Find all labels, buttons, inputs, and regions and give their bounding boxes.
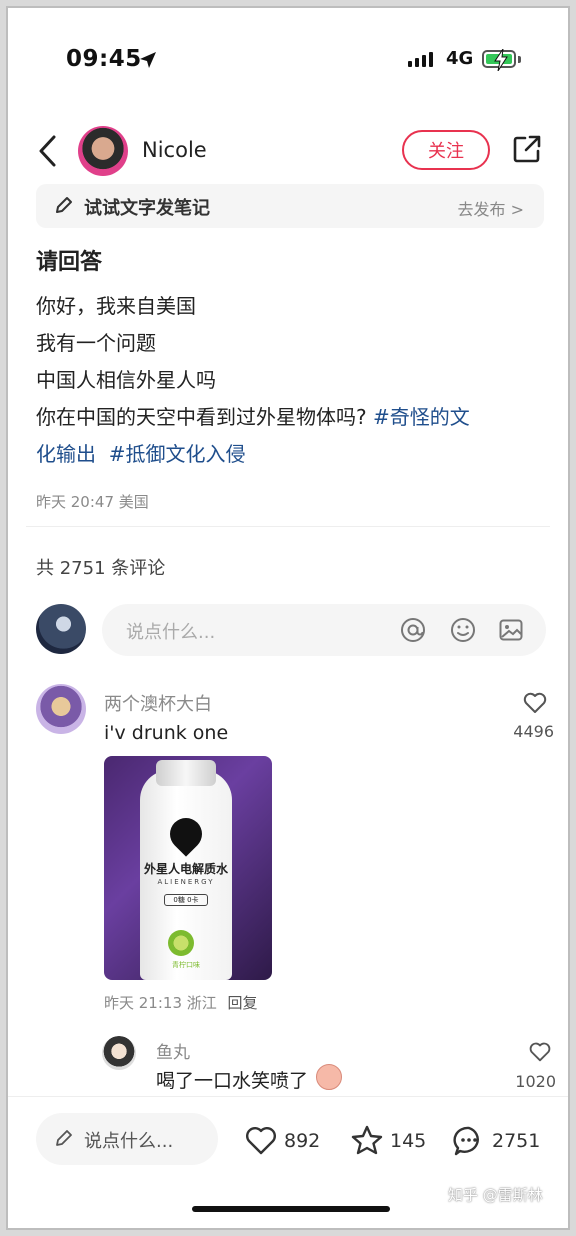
laughing-emoji-icon: [316, 1064, 342, 1090]
post-line: 你在中国的天空中看到过外星物体吗? #奇怪的文: [36, 399, 548, 436]
battery-icon: [482, 49, 516, 71]
heart-icon[interactable]: [522, 690, 548, 716]
watermark: 知乎 @雷斯林: [448, 1186, 543, 1204]
text-note-tip-bar[interactable]: 试试文字发笔记 去发布 >: [36, 184, 544, 228]
comment-button[interactable]: 2751: [452, 1123, 540, 1159]
post-meta: 昨天 20:47 美国: [36, 493, 149, 511]
location-arrow-icon: [140, 52, 156, 68]
pencil-icon: [56, 1130, 72, 1146]
comment-count: 共 2751 条评论: [36, 558, 166, 579]
replier-name[interactable]: 鱼丸: [156, 1038, 190, 1063]
back-chevron-icon[interactable]: [36, 134, 60, 168]
hashtag-link[interactable]: #奇怪的文: [373, 405, 470, 429]
bottle-flavor: 青柠口味: [172, 961, 200, 969]
favorite-count: 145: [390, 1130, 427, 1152]
post-line: 你好，我来自美国: [36, 294, 196, 318]
like-button[interactable]: 892: [244, 1123, 320, 1159]
comment-input[interactable]: 说点什么...: [102, 604, 546, 656]
commenter-name[interactable]: 两个澳杯大白: [104, 690, 212, 716]
chat-bubble-icon: [453, 1126, 479, 1156]
like-count: 892: [284, 1130, 321, 1152]
post-line: 我有一个问题: [36, 331, 156, 355]
tip-text: 试试文字发笔记: [84, 198, 210, 219]
reply-button[interactable]: 回复: [228, 994, 258, 1012]
bottle-brand-sub: ALIENERGY: [157, 878, 215, 886]
home-indicator[interactable]: [192, 1206, 390, 1212]
publish-link[interactable]: 去发布 >: [458, 196, 525, 220]
bottle-brand: 外星人电解质水: [143, 862, 228, 876]
reply-text: 喝了一口水笑喷了: [156, 1070, 309, 1092]
hashtag-link[interactable]: #抵御文化入侵: [109, 442, 246, 466]
author-name[interactable]: Nicole: [142, 138, 207, 162]
post-line: 中国人相信外星人吗: [36, 368, 216, 392]
heart-icon: [246, 1127, 276, 1155]
comment-like-count: 4496: [513, 722, 554, 741]
comment-text: i'v drunk one: [104, 722, 229, 744]
author-avatar[interactable]: [78, 126, 128, 176]
post-line: 化输出 #抵御文化入侵: [36, 436, 548, 473]
status-bar: 09:45 4G: [8, 8, 568, 118]
post-body: 请回答 你好，我来自美国 我有一个问题 中国人相信外星人吗 你在中国的天空中看到…: [36, 244, 548, 512]
at-mention-icon[interactable]: [400, 617, 426, 643]
battery-cap: [518, 56, 521, 63]
divider: [26, 526, 550, 527]
commenter-avatar[interactable]: [36, 684, 86, 734]
comment-photo[interactable]: 外星人电解质水 ALIENERGY 0糖 0卡 青柠口味: [104, 756, 272, 980]
post-header: Nicole 关注: [8, 120, 568, 182]
heart-icon[interactable]: [528, 1040, 552, 1064]
phone-screen: 09:45 4G Nicole 关注 试试文字发笔记 去发布 > 请回答 你好，…: [6, 6, 570, 1230]
comment-meta: 昨天 21:13 浙江 回复: [104, 992, 258, 1013]
bottom-input-placeholder: 说点什么...: [84, 1131, 174, 1152]
comments-count: 2751: [492, 1130, 541, 1152]
star-icon: [351, 1125, 383, 1155]
comment-input-placeholder: 说点什么...: [126, 622, 216, 643]
favorite-button[interactable]: 145: [350, 1123, 426, 1159]
emoji-icon[interactable]: [450, 617, 476, 643]
share-icon[interactable]: [512, 134, 542, 164]
lime-icon: [168, 930, 194, 956]
replier-avatar[interactable]: [102, 1036, 136, 1070]
post-title: 请回答: [36, 250, 103, 275]
image-icon[interactable]: [498, 617, 524, 643]
bottle-badge: 0糖 0卡: [164, 894, 208, 906]
bottle-cap: [156, 760, 216, 786]
reply-like-count: 1020: [515, 1072, 556, 1091]
my-avatar: [36, 604, 86, 654]
bottom-comment-input[interactable]: 说点什么...: [36, 1113, 218, 1165]
status-time: 09:45: [66, 46, 142, 72]
comment-meta-text: 昨天 21:13 浙江: [104, 994, 217, 1012]
post-line-text: 你在中国的天空中看到过外星物体吗?: [36, 405, 367, 429]
follow-button[interactable]: 关注: [402, 130, 490, 170]
network-type: 4G: [446, 48, 474, 69]
hashtag-link[interactable]: 化输出: [36, 442, 96, 466]
pencil-icon: [56, 197, 72, 213]
signal-icon: [408, 52, 433, 67]
